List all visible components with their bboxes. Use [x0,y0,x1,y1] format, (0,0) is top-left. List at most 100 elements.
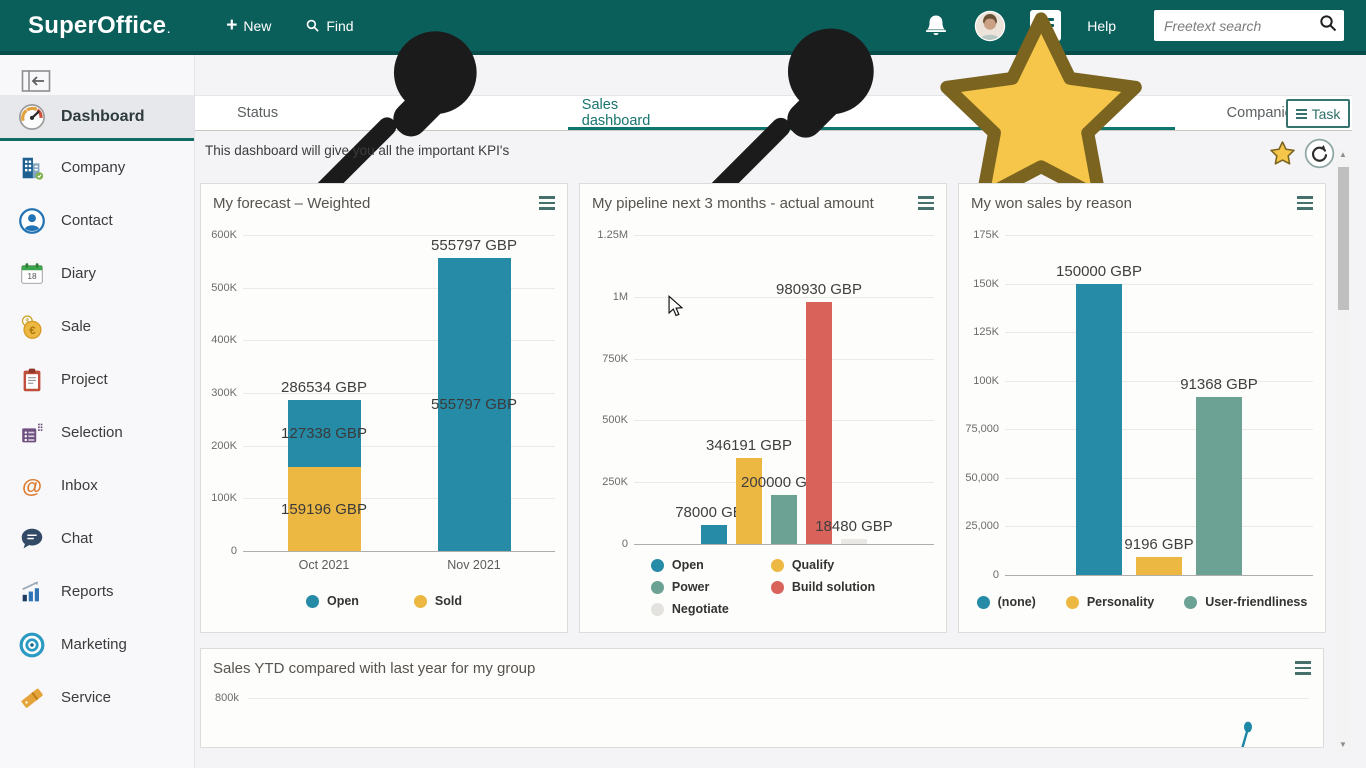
card-menu-icon[interactable] [1295,657,1311,678]
tab-list: StatusSales dashboardCompanies [223,96,1352,130]
kpi-cards-row: My forecast – Weighted 0100K200K300K400K… [200,183,1326,633]
y-axis-tick: 600K [205,229,237,241]
magnifier-icon[interactable] [1318,13,1338,38]
card-menu-icon[interactable] [539,192,555,213]
scroll-up-arrow[interactable]: ▲ [1339,148,1347,162]
sidebar-item-label: Inbox [61,477,98,494]
bars-group: 150000 GBP9196 GBP91368 GBP [1005,284,1313,575]
y-axis-tick: 50,000 [963,472,999,484]
svg-text:@: @ [22,475,42,498]
bar-segment-Open[interactable]: 555797 GBP [438,258,511,551]
chart-title: Sales YTD compared with last year for my… [213,660,535,677]
bar-Negotiate[interactable]: 18480 GBP [841,539,867,544]
vertical-scrollbar[interactable]: ▲ ▼ [1336,148,1350,752]
y-axis-tick: 0 [205,545,237,557]
legend-label: Open [327,594,359,608]
search-input[interactable] [1164,18,1318,34]
sidebar-item-label: Marketing [61,636,127,653]
gridline [1005,235,1313,236]
legend-dot [651,559,664,572]
selection-icon [18,419,46,447]
gridline [1005,575,1313,576]
sidebar-item-sale[interactable]: $€ Sale [0,300,194,353]
bar-(none)[interactable]: 150000 GBP [1076,284,1122,575]
sidebar-collapse-button[interactable] [21,69,51,93]
card-menu-icon[interactable] [918,192,934,213]
legend-item-Qualify[interactable]: Qualify [771,558,834,572]
bar-User-friendliness[interactable]: 91368 GBP [1196,397,1242,575]
legend-dot [771,581,784,594]
legend-label: Negotiate [672,602,729,616]
new-button[interactable]: New [226,16,271,35]
sidebar-item-label: Project [61,371,108,388]
bar-Nov 2021[interactable]: 555797 GBP555797 GBP [438,258,511,551]
legend-item-Negotiate[interactable]: Negotiate [651,602,729,616]
chart-legend: Open Power Negotiate Qualify Build solution [651,556,875,618]
sidebar-item-inbox[interactable]: @ Inbox [0,459,194,512]
tab-label: Sales dashboard [582,97,668,129]
sidebar-item-project[interactable]: Project [0,353,194,406]
favorite-star-button[interactable] [1268,139,1297,168]
legend-item-Open[interactable]: Open [306,594,359,608]
sidebar-item-company[interactable]: Company [0,141,194,194]
legend-item-Personality[interactable]: Personality [1066,595,1154,609]
sidebar-item-dashboard[interactable]: Dashboard [0,95,194,141]
legend-dot [977,596,990,609]
target-icon [18,631,46,659]
ticket-icon [18,684,46,712]
line-point-marker [1239,721,1253,748]
sidebar-item-label: Sale [61,318,91,335]
brand-logo[interactable]: SuperOffice. [28,12,170,40]
legend-item-(none)[interactable]: (none) [977,595,1036,609]
legend-dot [771,559,784,572]
scroll-thumb[interactable] [1338,167,1349,310]
scroll-down-arrow[interactable]: ▼ [1339,738,1347,752]
gridline [243,551,555,552]
card-menu-icon[interactable] [1297,192,1313,213]
sidebar-item-contact[interactable]: Contact [0,194,194,247]
bar-segment-Sold[interactable]: 159196 GBP [288,467,361,551]
tab-bar: StatusSales dashboardCompanies [195,95,1352,131]
sidebar-item-label: Selection [61,424,123,441]
sidebar-item-diary[interactable]: 18Diary [0,247,194,300]
bar-Oct 2021[interactable]: 286534 GBP159196 GBP127338 GBP [288,400,361,551]
sidebar-item-label: Dashboard [61,108,145,126]
legend-item-Power[interactable]: Power [651,580,710,594]
chart-legend: Open Sold [201,594,567,608]
y-axis-tick: 0 [584,538,628,550]
legend-item-Build solution[interactable]: Build solution [771,580,875,594]
bar-value-label: 9196 GBP [1124,536,1193,553]
legend-item-Open[interactable]: Open [651,558,704,572]
tab-sales-dashboard[interactable]: Sales dashboard [568,96,1175,130]
bar-Personality[interactable]: 9196 GBP [1136,557,1182,575]
bar-Build solution[interactable]: 980930 GBP [806,302,832,544]
chart-title: My pipeline next 3 months - actual amoun… [592,195,874,212]
chart-card-forecast: My forecast – Weighted 0100K200K300K400K… [200,183,568,633]
gridline [634,235,934,236]
sidebar-item-chat[interactable]: Chat [0,512,194,565]
legend-item-User-friendliness[interactable]: User-friendliness [1184,595,1307,609]
chart-plot: 025,00050,00075,000100K125K150K175K15000… [1005,235,1313,575]
svg-text:18: 18 [27,271,37,281]
legend-item-Sold[interactable]: Sold [414,594,462,608]
sidebar-item-reports[interactable]: Reports [0,565,194,618]
bar-value-label: 346191 GBP [706,437,792,454]
bar-value-label: 150000 GBP [1056,263,1142,280]
y-axis-tick: 175K [963,229,999,241]
bar-Qualify[interactable]: 346191 GBP [736,458,762,544]
bar-Open[interactable]: 78000 GBP [701,525,727,544]
legend-label: Power [672,580,710,594]
legend-label: Sold [435,594,462,608]
sidebar-item-marketing[interactable]: Marketing [0,618,194,671]
task-button[interactable]: Task [1286,99,1350,128]
coin-icon: $€ [18,313,46,341]
tab-status[interactable]: Status [223,96,530,130]
refresh-button[interactable] [1304,138,1335,169]
legend-dot [651,603,664,616]
chart-card-sales-ytd: Sales YTD compared with last year for my… [200,648,1324,748]
sidebar-item-service[interactable]: Service [0,671,194,724]
bar-Power[interactable]: 200000 GBP [771,495,797,544]
bar-segment-Open[interactable]: 127338 GBP [288,400,361,467]
sidebar-item-selection[interactable]: Selection [0,406,194,459]
chat-icon [18,525,46,553]
